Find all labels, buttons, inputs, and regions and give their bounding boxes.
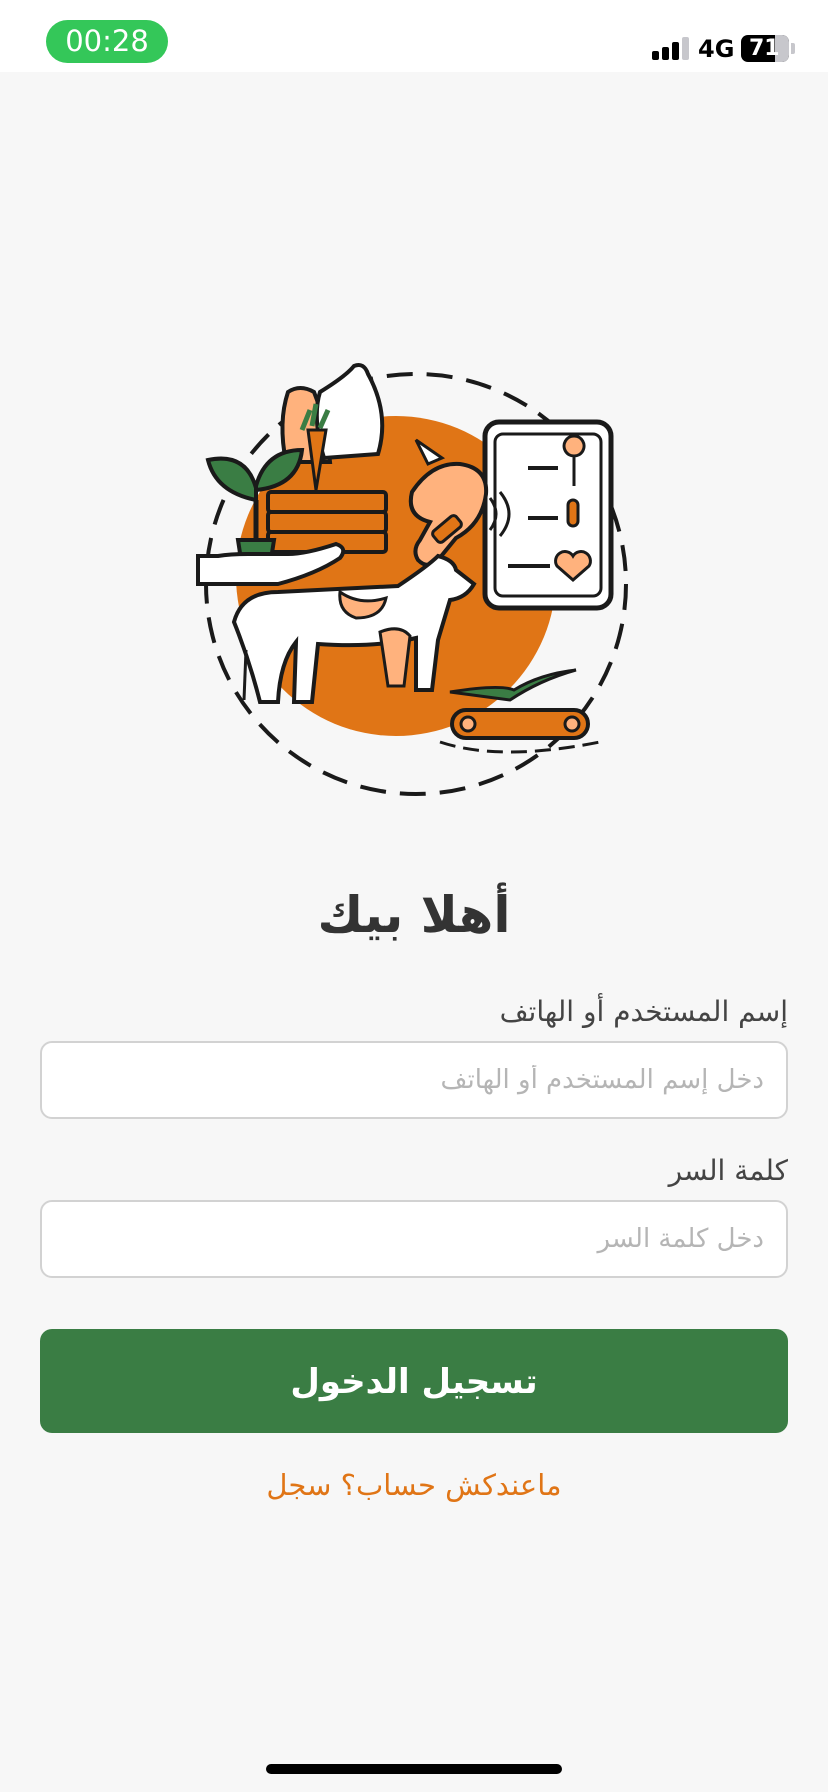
password-label: كلمة السر — [668, 1154, 788, 1187]
tablet-icon — [482, 419, 614, 611]
home-indicator — [266, 1764, 562, 1774]
password-input[interactable] — [40, 1200, 788, 1278]
username-label: إسم المستخدم أو الهاتف — [499, 995, 788, 1028]
network-type-label: 4G — [698, 35, 735, 63]
register-link[interactable]: ماعندكش حساب؟ سجل — [0, 1465, 828, 1505]
login-button[interactable]: تسجيل الدخول — [40, 1329, 788, 1433]
battery-level: 71 — [749, 36, 780, 61]
battery-cap — [791, 43, 795, 54]
battery-icon: 71 — [741, 35, 789, 62]
cellular-signal-icon — [652, 36, 692, 60]
welcome-title: أهلا بيك — [317, 886, 511, 944]
agriculture-livestock-illustration — [196, 363, 628, 796]
username-input[interactable] — [40, 1041, 788, 1119]
status-bar: 00:28 4G 71 — [0, 0, 828, 72]
status-time: 00:28 — [46, 20, 168, 63]
